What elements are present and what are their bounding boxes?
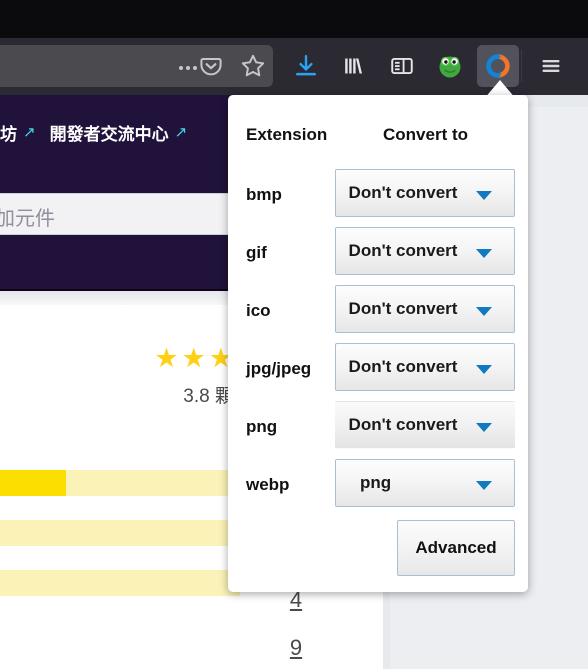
sidebar-icon[interactable] — [381, 45, 423, 87]
dropdown-value: Don't convert — [348, 241, 458, 260]
histogram-track — [0, 570, 240, 596]
nav-link-1-label: 坊 — [0, 124, 17, 144]
histogram-track — [0, 520, 240, 546]
rating-summary: ★★★ 3.8 顆 — [0, 345, 240, 408]
extension-frog-icon[interactable] — [429, 45, 471, 87]
histogram-row — [0, 520, 240, 546]
rating-score-text: 3.8 顆 — [183, 386, 234, 407]
nav-link-2-label: 開發者交流中心 — [49, 124, 169, 144]
dropdown-value: Don't convert — [348, 299, 458, 318]
search-input-placeholder[interactable]: 找附加元件 — [0, 202, 55, 231]
addon-search-box[interactable]: 找附加元件 — [0, 193, 230, 235]
chevron-down-icon — [476, 365, 492, 374]
convert-to-dropdown-webp[interactable]: png — [335, 459, 515, 507]
column-header-extension: Extension — [246, 125, 328, 144]
chevron-down-icon — [476, 481, 492, 490]
conversion-row-ico: ico Don't convert — [228, 285, 528, 343]
dropdown-value: Don't convert — [348, 183, 458, 202]
extension-label: bmp — [246, 185, 282, 204]
dropdown-value: Don't convert — [348, 415, 458, 434]
column-header-convert-to: Convert to — [383, 125, 468, 144]
convert-to-dropdown-gif[interactable]: Don't convert — [335, 227, 515, 275]
bookmark-star-icon[interactable] — [232, 45, 274, 87]
conversion-row-gif: gif Don't convert — [228, 227, 528, 285]
pocket-icon[interactable] — [190, 45, 232, 87]
review-count-column: 4 9 — [266, 587, 326, 669]
extension-label: webp — [246, 475, 290, 494]
extension-label: ico — [246, 301, 271, 320]
nav-link-1[interactable]: 坊 ↗ — [0, 120, 36, 145]
conversion-row-bmp: bmp Don't convert — [228, 169, 528, 227]
chevron-down-icon — [476, 191, 492, 200]
star-rating-icons: ★★★ — [0, 345, 240, 372]
external-link-icon: ↗ — [174, 124, 188, 141]
conversion-row-webp: webp png — [228, 459, 528, 517]
extension-label: gif — [246, 243, 267, 262]
histogram-row — [0, 570, 240, 596]
toolbar-divider — [521, 50, 522, 82]
dropdown-value: Don't convert — [348, 357, 458, 376]
histogram-row — [0, 470, 240, 496]
external-link-icon: ↗ — [23, 124, 36, 141]
stars-glyphs: ★★★ — [154, 343, 236, 373]
convert-to-dropdown-jpg[interactable]: Don't convert — [335, 343, 515, 391]
dropdown-value: png — [360, 473, 392, 492]
review-count-link[interactable]: 9 — [266, 635, 326, 661]
histogram-fill — [0, 470, 66, 496]
extension-popup-panel: Extension Convert to bmp Don't convert g… — [228, 95, 528, 592]
convert-to-dropdown-bmp[interactable]: Don't convert — [335, 169, 515, 217]
chevron-down-icon — [476, 307, 492, 316]
extension-label: jpg/jpeg — [246, 359, 312, 378]
advanced-button-label: Advanced — [415, 538, 497, 557]
hamburger-menu-icon[interactable] — [530, 45, 572, 87]
popup-column-headers: Extension Convert to — [228, 125, 528, 151]
advanced-button[interactable]: Advanced — [397, 520, 515, 576]
chevron-down-icon — [476, 249, 492, 258]
conversion-row-jpg: jpg/jpeg Don't convert — [228, 343, 528, 401]
convert-to-dropdown-png[interactable]: Don't convert — [335, 401, 515, 449]
rating-histogram — [0, 470, 240, 620]
chevron-down-icon — [476, 423, 492, 432]
convert-to-dropdown-ico[interactable]: Don't convert — [335, 285, 515, 333]
conversion-row-png: png Don't convert — [228, 401, 528, 459]
extension-label: png — [246, 417, 278, 436]
library-icon[interactable] — [333, 45, 375, 87]
download-icon[interactable] — [285, 45, 327, 87]
nav-link-2[interactable]: 開發者交流中心 ↗ — [50, 120, 188, 145]
